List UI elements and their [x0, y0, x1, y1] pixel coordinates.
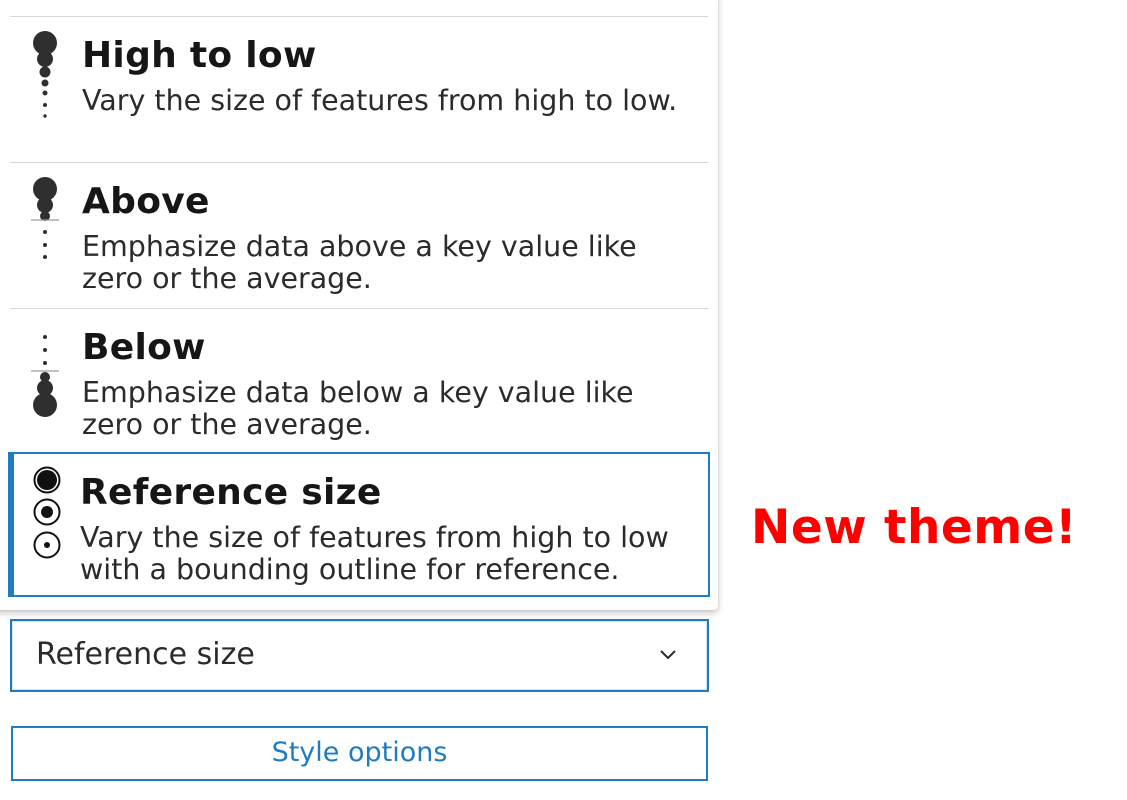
theme-option-high-to-low[interactable]: High to low Vary the size of features fr… [10, 16, 708, 162]
option-description: Vary the size of features from high to l… [80, 521, 669, 586]
theme-select-value: Reference size [36, 637, 255, 672]
theme-option-below[interactable]: Below Emphasize data below a key value l… [10, 308, 708, 454]
option-description: Emphasize data above a key value like ze… [82, 230, 637, 295]
size-high-to-low-icon [28, 29, 62, 139]
theme-select[interactable]: Reference size [10, 619, 709, 692]
size-reference-icon [30, 466, 64, 576]
option-title: Reference size [80, 472, 382, 513]
style-options-button[interactable]: Style options [11, 726, 708, 781]
theme-option-reference-size[interactable]: Reference size Vary the size of features… [8, 452, 710, 597]
option-title: Below [82, 327, 206, 368]
option-title: High to low [82, 35, 317, 76]
option-description: Vary the size of features from high to l… [82, 84, 678, 117]
new-theme-annotation: New theme! [751, 500, 1078, 555]
panel-top-strip [0, 0, 708, 4]
option-description: Emphasize data below a key value like ze… [82, 376, 634, 441]
chevron-down-icon [659, 647, 677, 661]
screen: High to low Vary the size of features fr… [0, 0, 1127, 800]
size-above-icon [28, 175, 62, 285]
size-below-icon [28, 321, 62, 431]
theme-option-above[interactable]: Above Emphasize data above a key value l… [10, 162, 708, 308]
option-title: Above [82, 181, 210, 222]
